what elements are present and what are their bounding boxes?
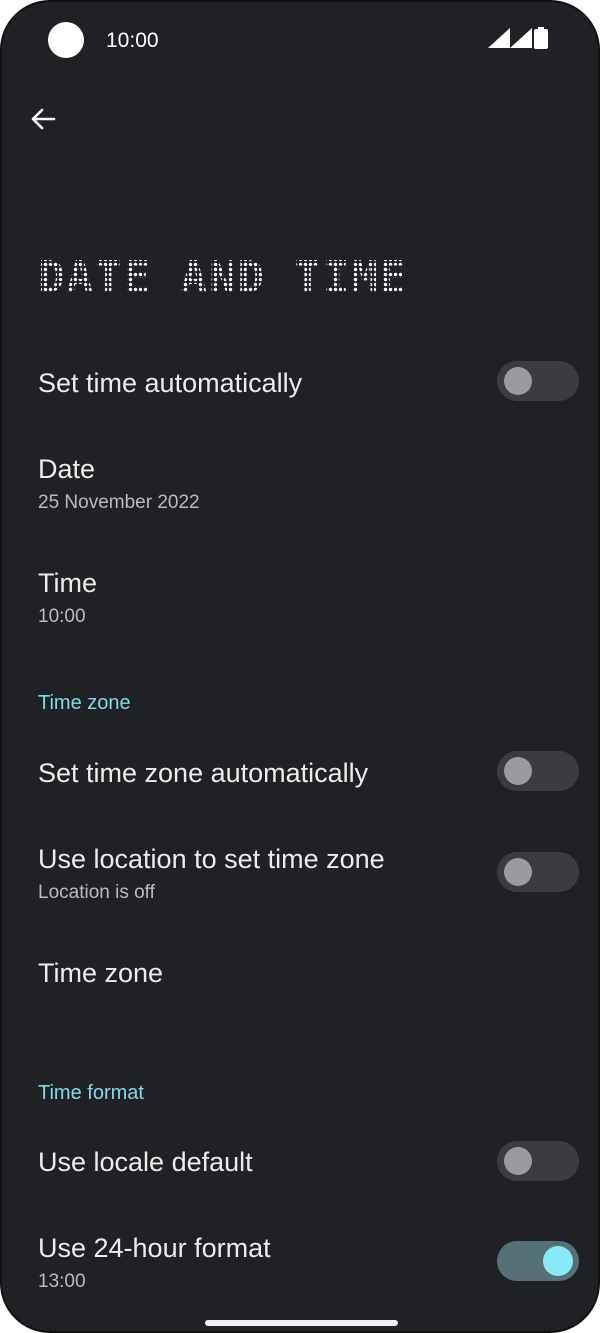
row-label: Time zone bbox=[38, 958, 164, 988]
toggle-knob bbox=[504, 367, 532, 395]
arrow-back-icon[interactable] bbox=[28, 104, 58, 134]
time-zone-row[interactable]: Time zone bbox=[2, 937, 598, 1017]
home-indicator[interactable] bbox=[205, 1320, 398, 1326]
toggle-knob bbox=[504, 858, 532, 886]
toggle-knob bbox=[543, 1246, 573, 1276]
row-label: Use 24-hour format bbox=[38, 1233, 271, 1263]
use-location-row[interactable]: Use location to set time zone Location i… bbox=[2, 832, 598, 922]
date-value: 25 November 2022 bbox=[38, 492, 200, 513]
row-label: Use location to set time zone bbox=[38, 844, 385, 874]
location-status: Location is off bbox=[38, 882, 155, 903]
toggle-knob bbox=[504, 757, 532, 785]
set-time-zone-automatically-toggle[interactable] bbox=[497, 751, 579, 791]
row-label: Time bbox=[38, 568, 97, 598]
row-label: Use locale default bbox=[38, 1147, 253, 1177]
status-bar: 10:00 bbox=[2, 2, 598, 78]
time-row[interactable]: Time 10:00 bbox=[2, 557, 598, 647]
toggle-knob bbox=[504, 1147, 532, 1175]
use-location-toggle[interactable] bbox=[497, 852, 579, 892]
page-title: DATE AND TIME bbox=[38, 252, 409, 303]
format-example: 13:00 bbox=[38, 1271, 86, 1292]
set-time-automatically-row[interactable]: Set time automatically bbox=[2, 342, 598, 422]
battery-icon bbox=[534, 27, 548, 49]
time-value: 10:00 bbox=[38, 606, 86, 627]
status-time: 10:00 bbox=[106, 29, 159, 52]
set-time-automatically-toggle[interactable] bbox=[497, 361, 579, 401]
signal-icon bbox=[488, 28, 510, 48]
camera-cutout bbox=[48, 22, 84, 58]
use-24-hour-format-row[interactable]: Use 24-hour format 13:00 bbox=[2, 1222, 598, 1312]
row-label: Set time automatically bbox=[38, 368, 303, 398]
date-row[interactable]: Date 25 November 2022 bbox=[2, 442, 598, 532]
section-header-time-format: Time format bbox=[38, 1082, 144, 1104]
section-header-time-zone: Time zone bbox=[38, 692, 131, 714]
phone-screen: 10:00 DATE AND TIME Set time automatical… bbox=[0, 0, 600, 1333]
use-locale-default-row[interactable]: Use locale default bbox=[2, 1122, 598, 1202]
use-locale-default-toggle[interactable] bbox=[497, 1141, 579, 1181]
use-24-hour-format-toggle[interactable] bbox=[497, 1241, 579, 1281]
signal-icon bbox=[510, 28, 532, 48]
row-label: Set time zone automatically bbox=[38, 758, 369, 788]
set-time-zone-automatically-row[interactable]: Set time zone automatically bbox=[2, 732, 598, 812]
row-label: Date bbox=[38, 454, 96, 484]
